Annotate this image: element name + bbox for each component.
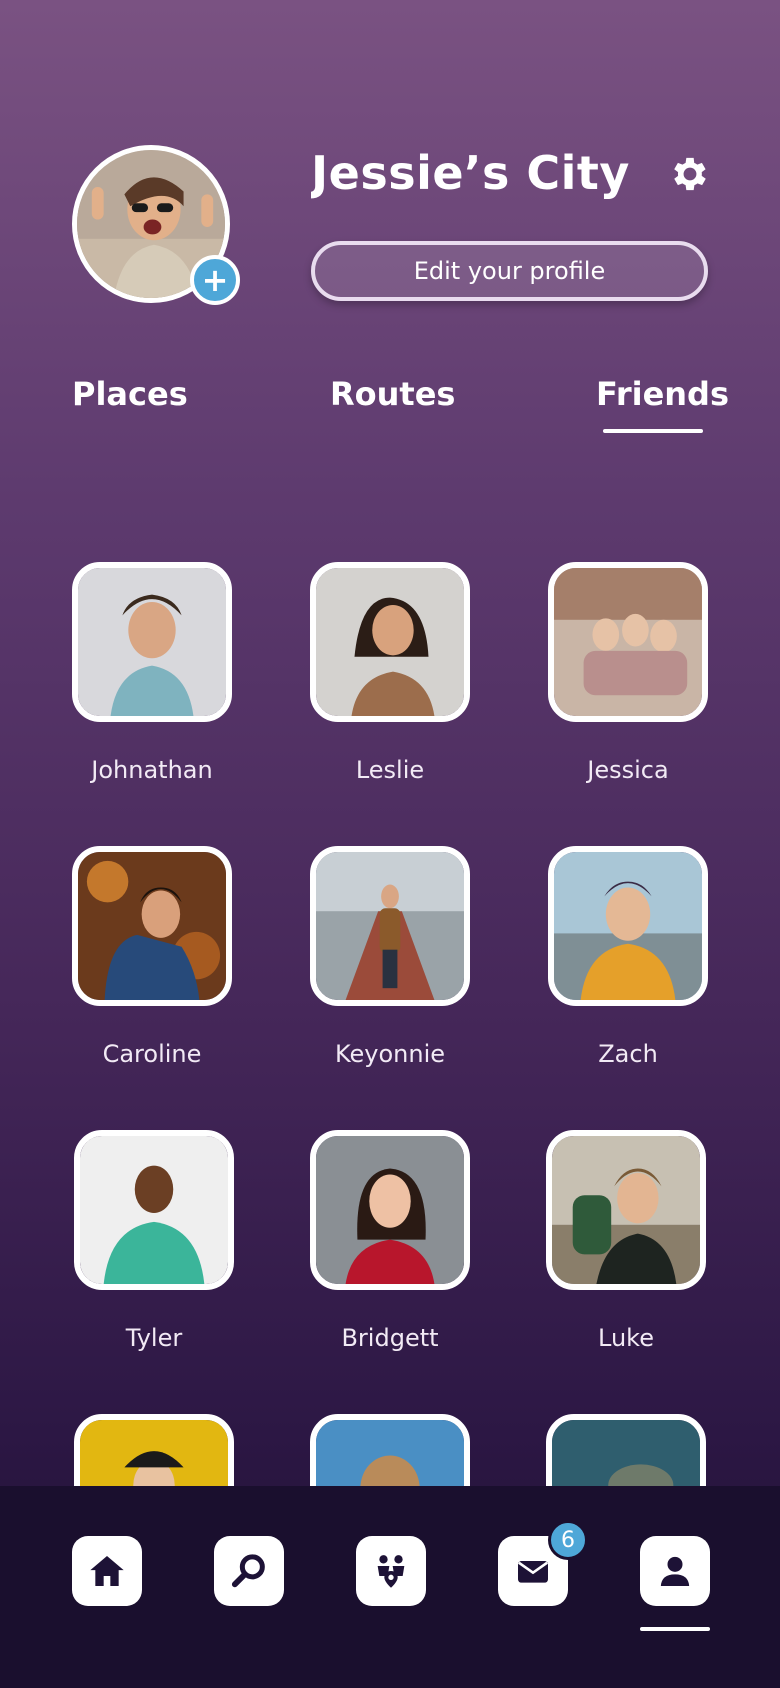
friend-name: Bridgett <box>341 1324 439 1352</box>
gear-icon <box>674 157 706 191</box>
friend-name: Johnathan <box>91 756 213 784</box>
friend-name: Tyler <box>125 1324 183 1352</box>
profile-name: Jessie’s City… <box>311 146 631 200</box>
friend-card[interactable]: Keyonnie <box>310 846 470 1068</box>
friend-name: Caroline <box>102 1040 202 1068</box>
friend-photo <box>310 1130 470 1290</box>
mail-badge: 6 <box>548 1520 588 1560</box>
friend-photo <box>310 846 470 1006</box>
friend-photo <box>72 562 232 722</box>
tab-routes[interactable]: Routes <box>330 375 455 413</box>
friend-card[interactable]: Luke <box>546 1130 706 1352</box>
settings-button[interactable] <box>668 152 712 196</box>
plus-icon: + <box>201 261 229 299</box>
tab-friends[interactable]: Friends <box>596 375 729 413</box>
profile-avatar-wrap[interactable]: + <box>72 145 240 305</box>
friend-photo <box>548 562 708 722</box>
friend-card[interactable]: Bridgett <box>310 1130 470 1352</box>
friend-name: Keyonnie <box>334 1040 446 1068</box>
tab-places[interactable]: Places <box>72 375 188 413</box>
friend-card[interactable]: Tyler <box>74 1130 234 1352</box>
search-icon <box>231 1554 265 1588</box>
profile-icon <box>660 1556 690 1586</box>
friend-name: Luke <box>598 1324 654 1352</box>
friend-card[interactable]: Zach <box>548 846 708 1068</box>
mail-icon <box>518 1561 548 1583</box>
friend-name: Zach <box>598 1040 658 1068</box>
friend-card[interactable]: Caroline <box>72 846 232 1068</box>
nav-profile-button[interactable] <box>640 1536 710 1606</box>
friend-photo <box>548 846 708 1006</box>
friend-photo <box>546 1130 706 1290</box>
add-photo-button[interactable]: + <box>190 255 240 305</box>
friend-photo <box>74 1130 234 1290</box>
nav-home-button[interactable] <box>72 1536 142 1606</box>
edit-profile-button[interactable]: Edit your profile <box>311 241 708 301</box>
nav-search-button[interactable] <box>214 1536 284 1606</box>
friend-card[interactable]: Johnathan <box>72 562 232 784</box>
friend-photo <box>310 562 470 722</box>
community-icon <box>377 1555 405 1588</box>
friend-name: Jessica <box>587 756 669 784</box>
nav-community-button[interactable] <box>356 1536 426 1606</box>
active-nav-indicator <box>640 1627 710 1631</box>
friend-card[interactable]: Leslie <box>310 562 470 784</box>
friend-photo <box>72 846 232 1006</box>
home-icon <box>90 1556 124 1586</box>
active-tab-indicator <box>603 429 703 433</box>
friend-card[interactable]: Jessica <box>548 562 708 784</box>
friend-name: Leslie <box>355 756 425 784</box>
